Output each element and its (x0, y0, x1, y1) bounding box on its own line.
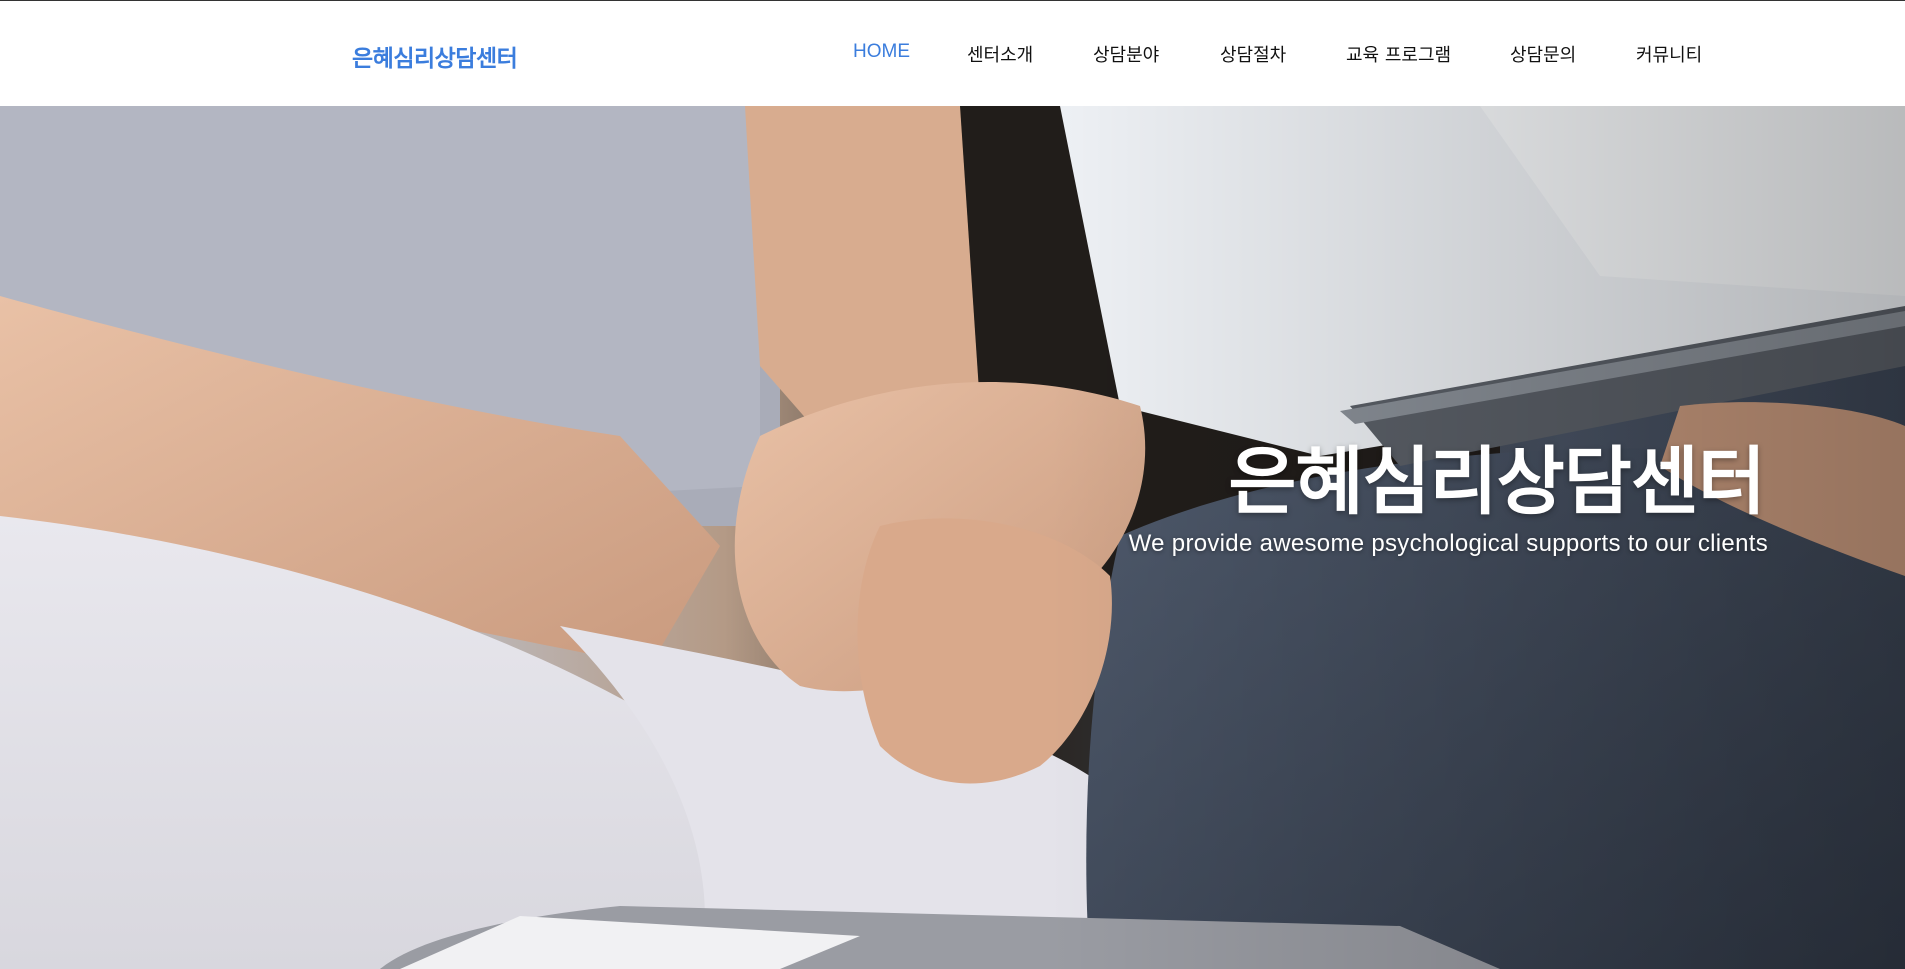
nav-item-center-intro[interactable]: 센터소개 (967, 41, 1033, 67)
nav-item-education-program[interactable]: 교육 프로그램 (1346, 41, 1451, 67)
nav-item-home[interactable]: HOME (853, 41, 910, 63)
main-nav: HOME 센터소개 상담분야 상담절차 교육 프로그램 상담문의 커뮤니티 (0, 41, 1905, 67)
nav-item-counseling-fields[interactable]: 상담분야 (1093, 41, 1159, 67)
hero-title: 은혜심리상담센터 (1228, 439, 1766, 525)
hero-banner: 은혜심리상담센터 We provide awesome psychologica… (0, 106, 1905, 969)
nav-item-counseling-inquiry[interactable]: 상담문의 (1510, 41, 1576, 67)
hero-subtitle: We provide awesome psychological support… (1128, 530, 1768, 557)
nav-item-community[interactable]: 커뮤니티 (1636, 41, 1702, 67)
site-header: 은혜심리상담센터 HOME 센터소개 상담분야 상담절차 교육 프로그램 상담문… (0, 1, 1905, 106)
nav-item-counseling-process[interactable]: 상담절차 (1220, 41, 1286, 67)
